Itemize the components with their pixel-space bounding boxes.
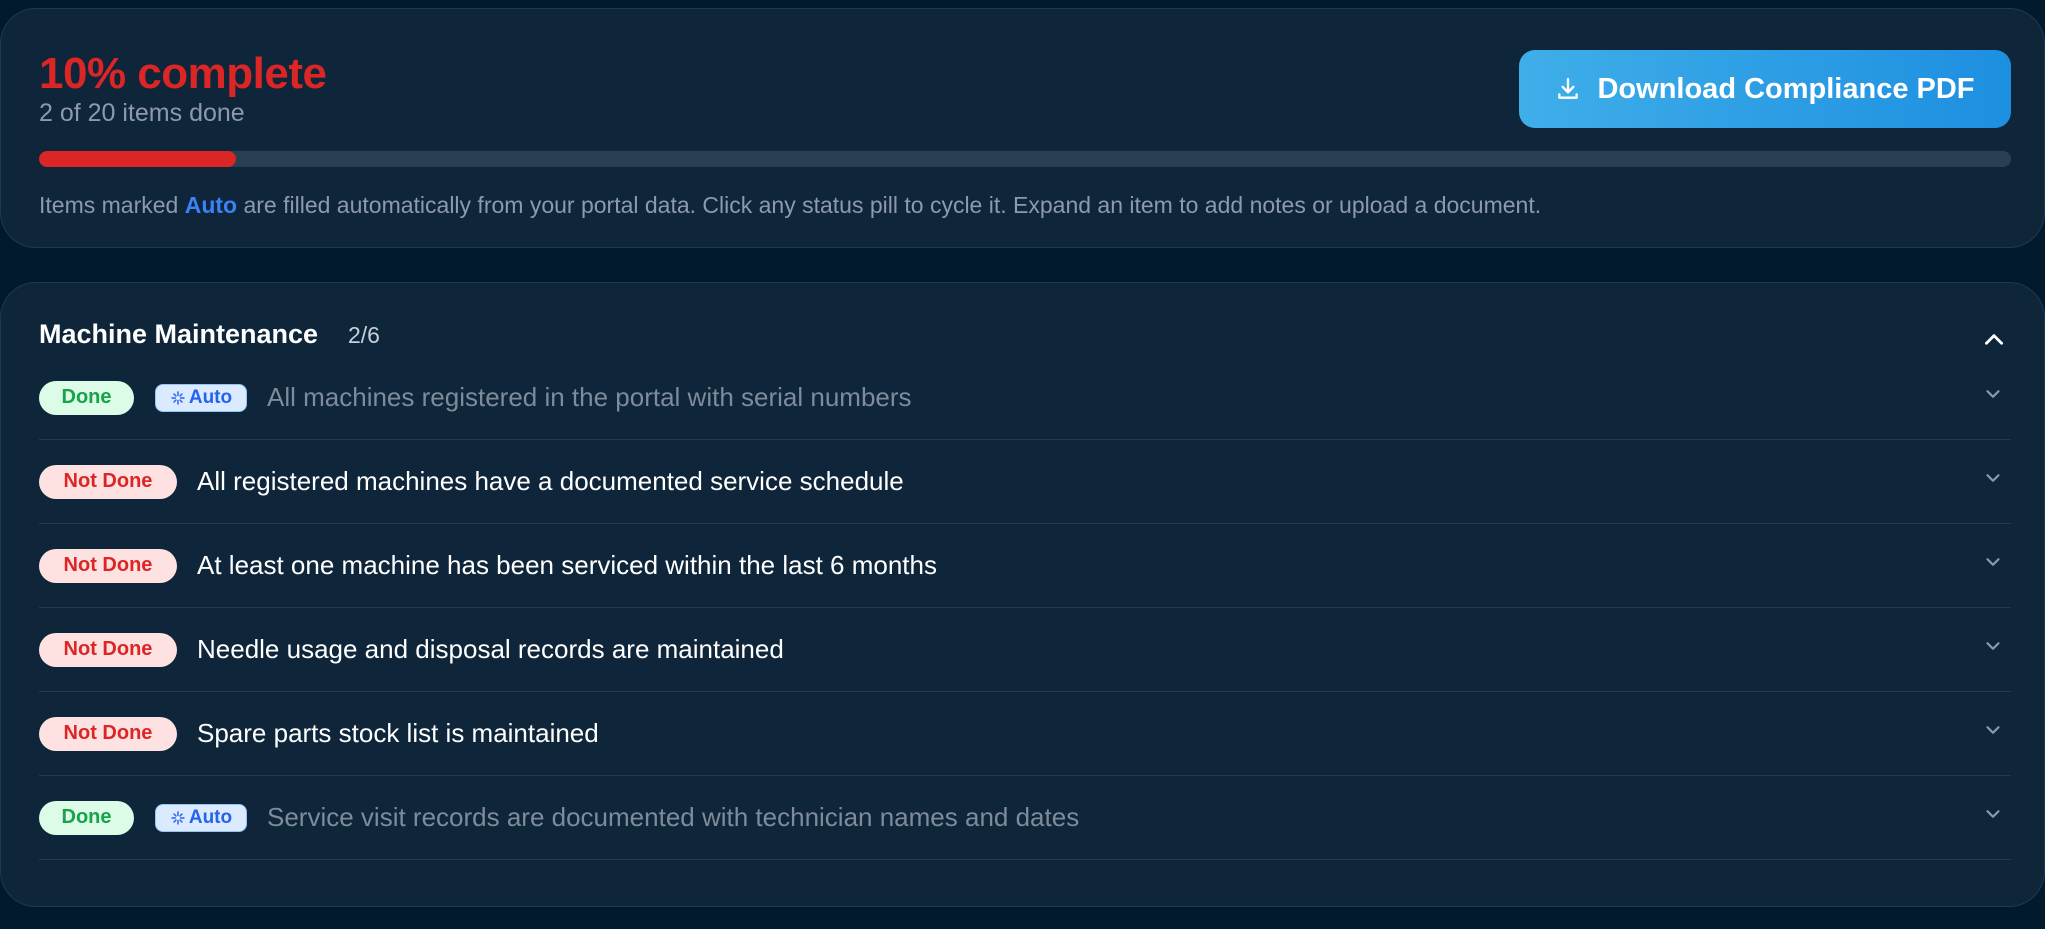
auto-badge-label: Auto [188,386,233,408]
item-text: Needle usage and disposal records are ma… [197,634,784,664]
checklist-item: Done Auto Service visit records are docu… [39,776,2011,860]
download-compliance-pdf-button[interactable]: Download Compliance PDF [1519,50,2011,128]
checklist-item: Not Done At least one machine has been s… [39,524,2011,608]
collapse-section-button[interactable] [1977,323,2011,357]
item-text: Spare parts stock list is maintained [197,718,599,748]
download-button-label: Download Compliance PDF [1597,72,1975,105]
status-pill[interactable]: Not Done [39,716,177,751]
help-text-end: are filled automatically from your porta… [237,192,1542,218]
expand-item-button[interactable] [1975,712,2011,748]
auto-badge-label: Auto [188,806,233,828]
checklist-item: Done Auto All machines registered in the… [39,356,2011,440]
section-count: 2/6 [348,322,380,348]
chevron-down-icon [1986,558,2000,566]
status-pill[interactable]: Not Done [39,632,177,667]
section-title: Machine Maintenance [39,319,319,349]
chevron-down-icon [1986,390,2000,398]
expand-item-button[interactable] [1975,376,2011,412]
sparkle-icon [171,390,185,405]
status-pill[interactable]: Not Done [39,548,177,583]
auto-badge: Auto [155,383,247,412]
progress-summary-card: 10% complete 2 of 20 items done Download… [0,8,2045,248]
expand-item-button[interactable] [1975,628,2011,664]
chevron-down-icon [1986,642,2000,650]
progress-bar [39,151,2011,167]
progress-bar-fill [39,151,237,167]
item-text: At least one machine has been serviced w… [197,550,937,580]
help-text: Items marked Auto are filled automatical… [39,192,1541,219]
chevron-up-icon [1985,334,2003,345]
checklist-item: Not Done Spare parts stock list is maint… [39,692,2011,776]
status-pill[interactable]: Not Done [39,464,177,499]
checklist-item: Not Done All registered machines have a … [39,440,2011,524]
item-text: All registered machines have a documente… [197,466,904,496]
chevron-down-icon [1986,726,2000,734]
expand-item-button[interactable] [1975,796,2011,832]
chevron-down-icon [1986,474,2000,482]
expand-item-button[interactable] [1975,460,2011,496]
auto-badge: Auto [155,803,247,832]
item-text: Service visit records are documented wit… [267,802,1080,832]
help-text-auto: Auto [184,192,238,218]
checklist-item: Not Done Needle usage and disposal recor… [39,608,2011,692]
chevron-down-icon [1986,810,2000,818]
help-text-start: Items marked [39,192,185,218]
percent-complete: 10% complete [39,49,327,98]
sparkle-icon [171,810,185,825]
status-pill[interactable]: Done [39,380,134,415]
status-pill[interactable]: Done [39,800,134,835]
section-machine-maintenance: Machine Maintenance 2/6 Done Auto All ma… [0,282,2045,907]
download-icon [1558,78,1579,99]
items-done-count: 2 of 20 items done [39,99,245,127]
expand-item-button[interactable] [1975,544,2011,580]
item-text: All machines registered in the portal wi… [267,382,912,412]
